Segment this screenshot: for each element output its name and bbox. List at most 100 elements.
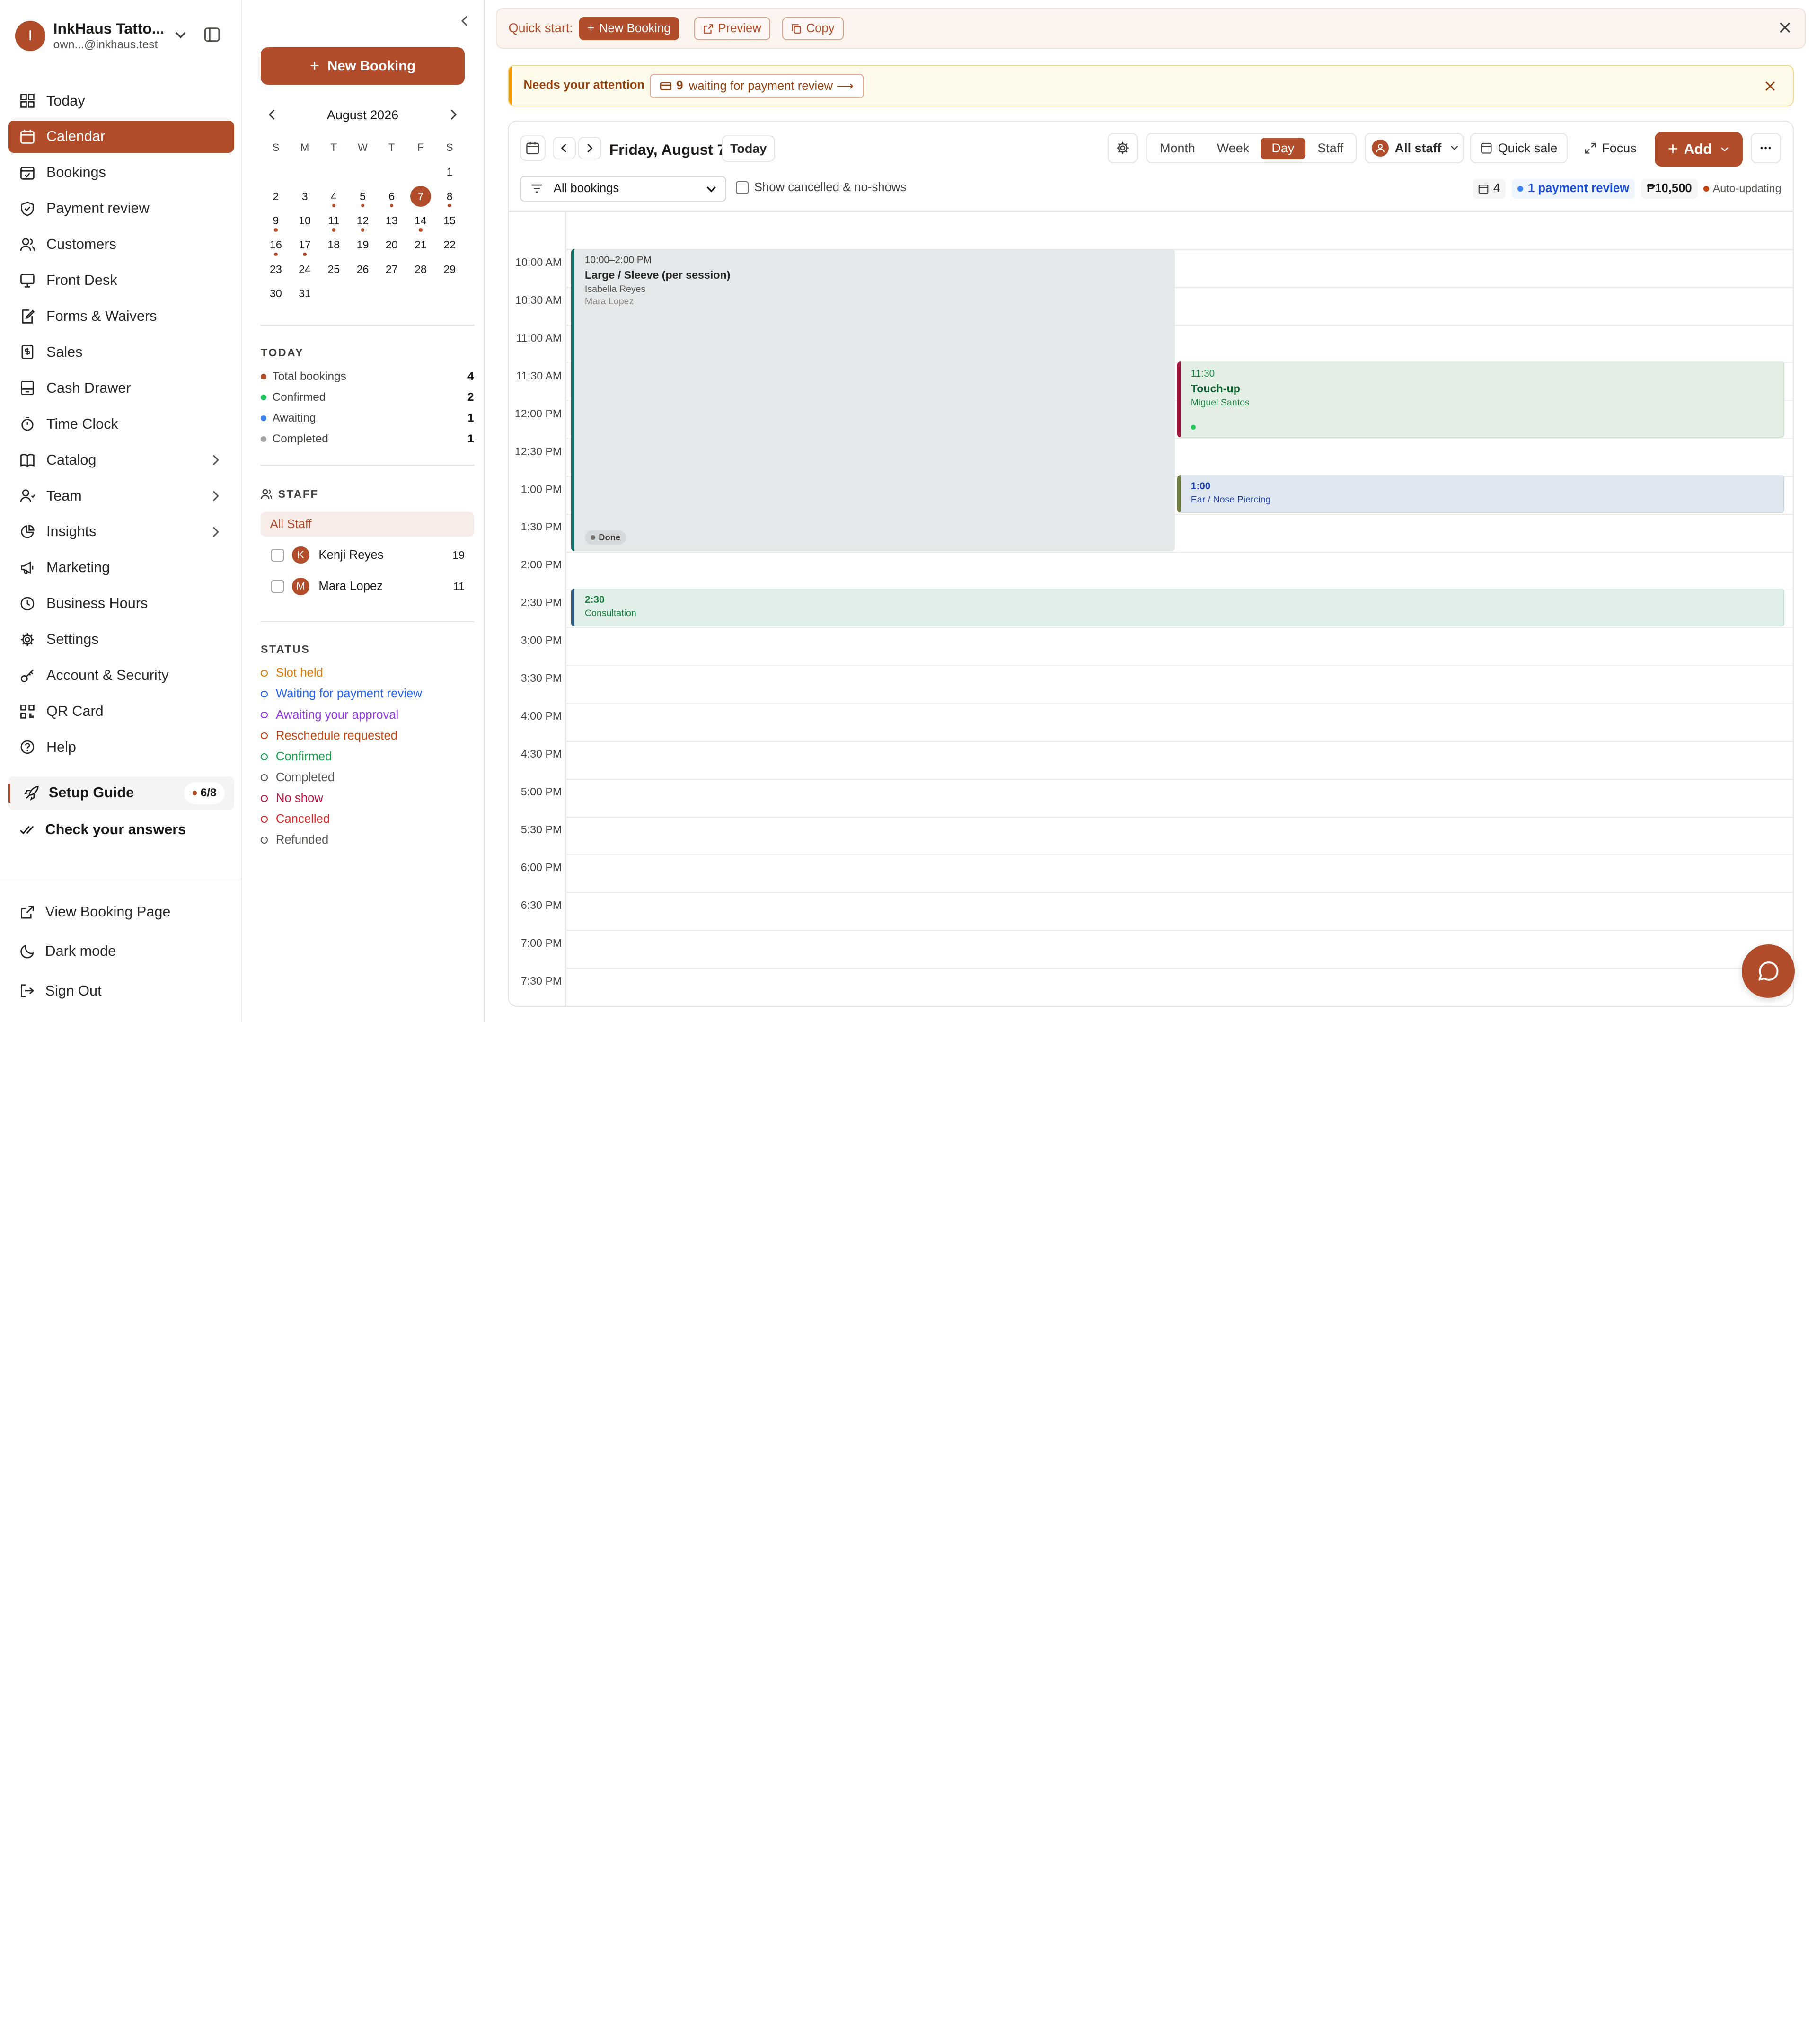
status-legend-item[interactable]: Confirmed (261, 749, 332, 765)
nav-item-bookings[interactable]: Bookings (8, 157, 234, 189)
mini-calendar-day[interactable]: 29 (435, 257, 464, 282)
quick-start-copy-button[interactable]: Copy (782, 17, 844, 41)
payment-review-chip[interactable]: 9 waiting for payment review ⟶ (650, 74, 864, 98)
nav-item-time-clock[interactable]: Time Clock (8, 408, 234, 441)
staff-filter-all[interactable]: All Staff (261, 512, 474, 537)
view-day-tab[interactable]: Day (1260, 137, 1306, 160)
view-booking-page-link[interactable]: View Booking Page (20, 904, 170, 920)
staff-list-item[interactable]: M Mara Lopez 11 (261, 575, 474, 598)
view-staff-tab[interactable]: Staff (1308, 138, 1353, 160)
nav-item-qr-card[interactable]: QR Card (8, 695, 234, 728)
toggle-sidebar-icon[interactable] (204, 26, 220, 43)
quick-start-new-booking-button[interactable]: + New Booking (579, 17, 679, 41)
sign-out-button[interactable]: Sign Out (20, 983, 102, 999)
status-legend-item[interactable]: Refunded (261, 832, 328, 848)
staff-filter-dropdown[interactable]: All staff (1365, 133, 1464, 163)
nav-item-forms-waivers[interactable]: Forms & Waivers (8, 300, 234, 333)
nav-item-settings[interactable]: Settings (8, 623, 234, 656)
status-legend-item[interactable]: Cancelled (261, 811, 330, 827)
view-week-tab[interactable]: Week (1208, 138, 1258, 160)
new-booking-button[interactable]: + New Booking (261, 47, 465, 85)
mini-calendar-day[interactable]: 27 (377, 257, 406, 282)
next-month-icon[interactable] (450, 109, 458, 120)
mini-calendar-day[interactable]: 9 (261, 209, 290, 233)
show-cancelled-checkbox[interactable]: Show cancelled & no-shows (735, 181, 906, 194)
check-answers-link[interactable]: Check your answers (19, 821, 186, 838)
nav-item-account-security[interactable]: Account & Security (8, 659, 234, 692)
nav-item-front-desk[interactable]: Front Desk (8, 264, 234, 297)
mini-calendar-day[interactable]: 17 (290, 233, 319, 257)
account-switcher[interactable]: I InkHaus Tatto... own...@inkhaus.test (15, 20, 242, 53)
status-legend-item[interactable]: Awaiting your approval (261, 707, 398, 723)
mini-calendar-day[interactable]: 21 (406, 233, 435, 257)
mini-calendar-day[interactable]: 26 (348, 257, 377, 282)
staff-checkbox[interactable] (271, 580, 284, 593)
payment-review-pill[interactable]: 1 payment review (1511, 178, 1635, 199)
today-button[interactable]: Today (722, 135, 775, 162)
mini-calendar-day[interactable]: 30 (261, 282, 290, 306)
mini-calendar-day[interactable]: 4 (319, 184, 348, 208)
mini-calendar-day[interactable]: 19 (348, 233, 377, 257)
mini-calendar-day[interactable]: 24 (290, 257, 319, 282)
close-icon[interactable] (1765, 81, 1775, 91)
booking-event-touch-up[interactable]: 11:30 Touch-up Miguel Santos (1177, 361, 1784, 438)
mini-calendar-day[interactable]: 14 (406, 209, 435, 233)
mini-calendar-day[interactable]: 31 (290, 282, 319, 306)
status-legend-item[interactable]: No show (261, 790, 323, 806)
nav-item-business-hours[interactable]: Business Hours (8, 587, 234, 620)
checkbox[interactable] (735, 181, 749, 194)
status-legend-item[interactable]: Slot held (261, 665, 323, 681)
mini-calendar-day[interactable]: 13 (377, 209, 406, 233)
mini-calendar-day[interactable]: 16 (261, 233, 290, 257)
more-options-button[interactable] (1750, 133, 1781, 163)
nav-item-today[interactable]: Today (8, 85, 234, 117)
mini-calendar-day[interactable]: 11 (319, 209, 348, 233)
mini-calendar-day[interactable]: 5 (348, 184, 377, 208)
add-button[interactable]: + Add (1654, 132, 1743, 167)
focus-button[interactable]: Focus (1574, 133, 1647, 163)
status-legend-item[interactable]: Reschedule requested (261, 728, 397, 744)
booking-event-sleeve[interactable]: 10:00–2:00 PM Large / Sleeve (per sessio… (571, 249, 1175, 552)
close-icon[interactable] (1779, 22, 1791, 33)
mini-calendar-day[interactable]: 28 (406, 257, 435, 282)
nav-item-catalog[interactable]: Catalog (8, 444, 234, 476)
mini-calendar-day[interactable]: 23 (261, 257, 290, 282)
status-legend-item[interactable]: Completed (261, 769, 335, 785)
mini-calendar-day[interactable]: 6 (377, 184, 406, 208)
collapse-panel-icon[interactable] (460, 15, 469, 26)
mini-calendar-day[interactable]: 20 (377, 233, 406, 257)
mini-calendar-day[interactable]: 2 (261, 184, 290, 208)
mini-calendar-day[interactable]: 25 (319, 257, 348, 282)
mini-calendar-day[interactable]: 10 (290, 209, 319, 233)
nav-item-team[interactable]: Team (8, 480, 234, 512)
nav-item-cash-drawer[interactable]: Cash Drawer (8, 372, 234, 405)
booking-event-piercing[interactable]: 1:00 Ear / Nose Piercing (1177, 475, 1784, 513)
mini-calendar-day[interactable]: 15 (435, 209, 464, 233)
nav-item-sales[interactable]: Sales (8, 336, 234, 369)
nav-item-insights[interactable]: Insights (8, 516, 234, 548)
setup-guide[interactable]: Setup Guide 6/8 (8, 776, 234, 810)
mini-calendar-day[interactable]: 18 (319, 233, 348, 257)
date-picker-button[interactable] (520, 135, 546, 161)
nav-item-marketing[interactable]: Marketing (8, 552, 234, 584)
status-legend-item[interactable]: Waiting for payment review (261, 686, 422, 702)
mini-calendar-day[interactable]: 3 (290, 184, 319, 208)
staff-checkbox[interactable] (271, 548, 284, 562)
staff-list-item[interactable]: K Kenji Reyes 19 (261, 544, 474, 567)
booking-event-consultation[interactable]: 2:30 Consultation (571, 588, 1784, 627)
chat-launcher-button[interactable] (1741, 944, 1795, 998)
nav-item-customers[interactable]: Customers (8, 228, 234, 261)
mini-calendar-day[interactable]: 8 (435, 184, 464, 208)
nav-item-help[interactable]: Help (8, 731, 234, 764)
dark-mode-toggle[interactable]: Dark mode (20, 943, 116, 960)
mini-calendar-day[interactable]: 1 (435, 160, 464, 184)
mini-calendar-day-selected[interactable]: 7 (406, 184, 435, 208)
mini-calendar-day[interactable]: 22 (435, 233, 464, 257)
view-month-tab[interactable]: Month (1151, 138, 1203, 160)
quick-sale-button[interactable]: Quick sale (1470, 133, 1568, 163)
mini-calendar-day[interactable]: 12 (348, 209, 377, 233)
nav-item-calendar[interactable]: Calendar (8, 120, 234, 153)
next-day-button[interactable] (578, 136, 601, 160)
calendar-settings-button[interactable] (1107, 133, 1138, 163)
nav-item-payment-review[interactable]: Payment review (8, 192, 234, 225)
